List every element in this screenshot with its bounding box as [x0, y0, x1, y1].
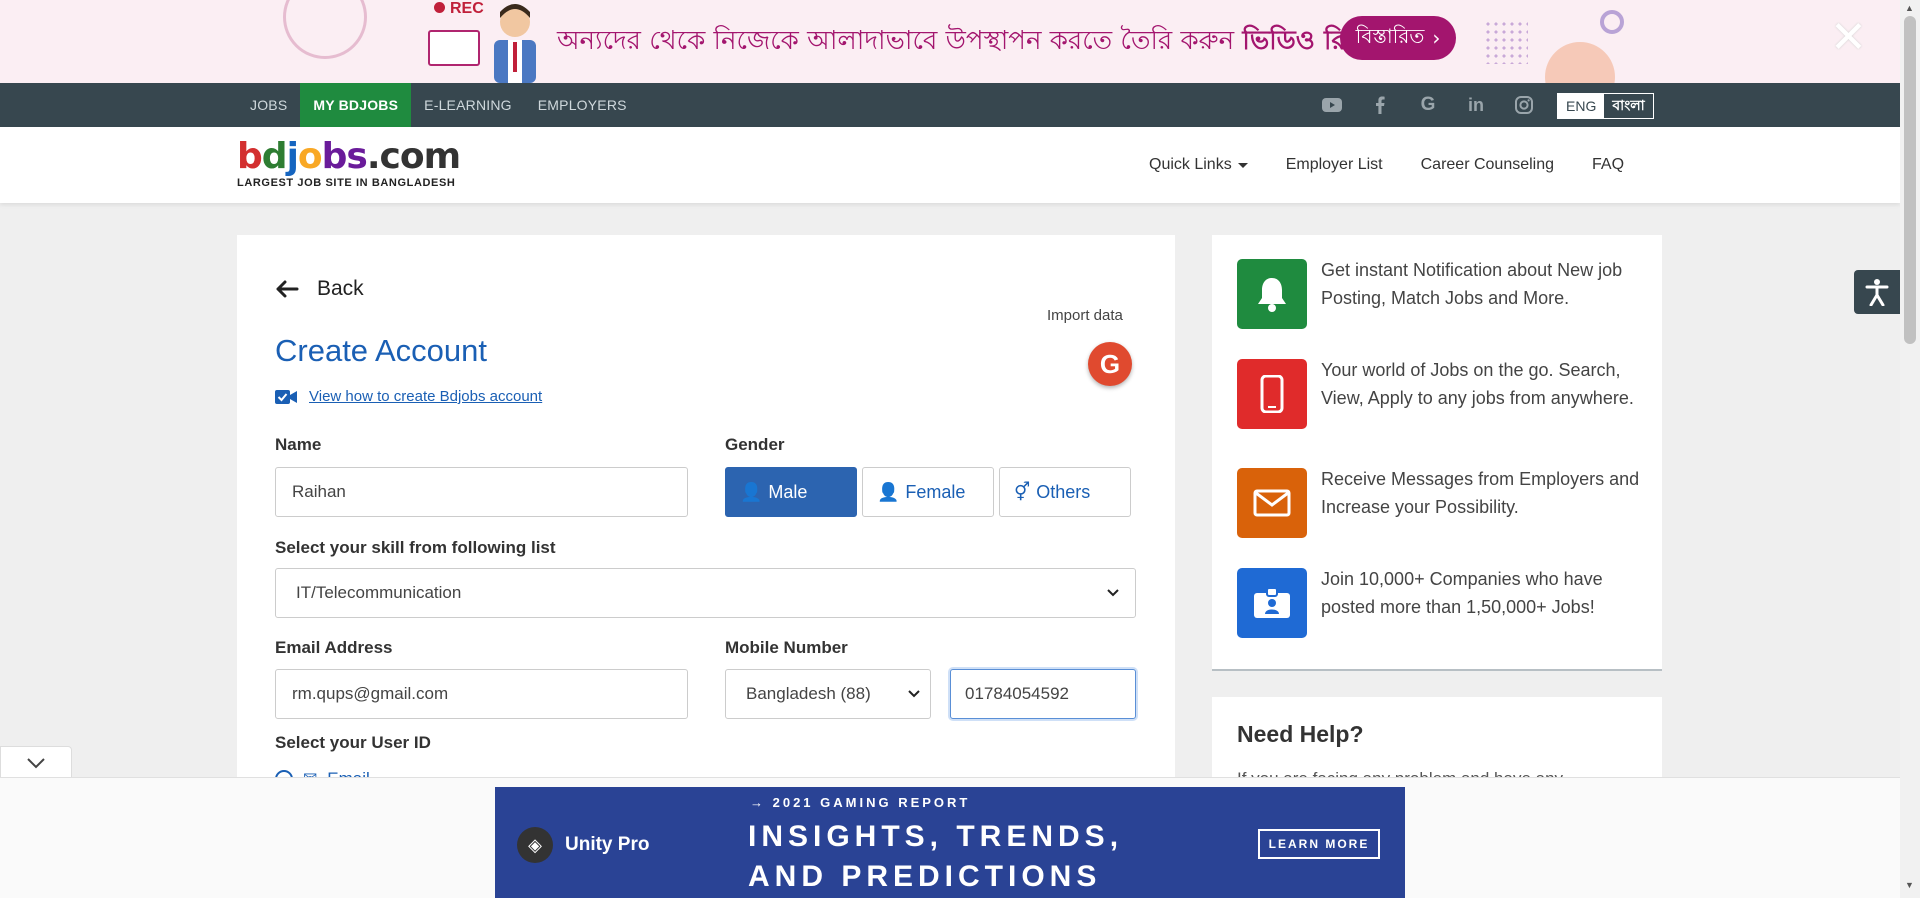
facebook-icon[interactable]	[1356, 96, 1404, 114]
accessibility-icon[interactable]	[1854, 270, 1900, 314]
monitor-illustration	[428, 30, 480, 66]
gender-female-button[interactable]: 👤 Female	[862, 467, 994, 517]
arrow-left-icon	[276, 280, 299, 298]
male-icon: 👤	[740, 481, 763, 502]
female-icon: 👤	[877, 481, 900, 502]
feature-text: Your world of Jobs on the go. Search, Vi…	[1321, 360, 1634, 408]
name-label: Name	[275, 435, 322, 454]
how-to-video-link[interactable]: View how to create Bdjobs account	[275, 388, 542, 405]
google-import-button[interactable]: G	[1088, 342, 1132, 386]
top-nav-links: JOBS MY BDJOBS E-LEARNING EMPLOYERS	[237, 83, 640, 127]
employer-list-link[interactable]: Employer List	[1267, 156, 1402, 174]
feature-messages: Receive Messages from Employers and Incr…	[1237, 468, 1651, 538]
linkedin-icon[interactable]: in	[1452, 95, 1500, 116]
unity-ad-banner[interactable]: ◈ Unity Pro → 2021 GAMING REPORT INSIGHT…	[495, 787, 1405, 898]
career-counseling-link[interactable]: Career Counseling	[1402, 156, 1573, 174]
instagram-icon[interactable]	[1500, 96, 1548, 114]
mobile-number-input[interactable]: 01784054592	[950, 669, 1136, 719]
page-scrollbar[interactable]: ▲ ▼	[1900, 0, 1920, 898]
need-help-title: Need Help?	[1237, 721, 1364, 747]
mobile-icon	[1237, 359, 1307, 429]
bottom-ad-bar: ◈ Unity Pro → 2021 GAMING REPORT INSIGHT…	[0, 777, 1900, 898]
feature-text: Get instant Notification about New job P…	[1321, 260, 1623, 308]
top-navbar: JOBS MY BDJOBS E-LEARNING EMPLOYERS G in…	[0, 83, 1900, 127]
back-button[interactable]: Back	[275, 277, 364, 301]
feature-text: Receive Messages from Employers and Incr…	[1321, 469, 1640, 517]
nav-e-learning[interactable]: E-LEARNING	[411, 83, 525, 127]
collapse-ad-button[interactable]	[0, 746, 72, 778]
decor-ring	[1600, 10, 1624, 34]
gender-others-button[interactable]: ⚥ Others	[999, 467, 1131, 517]
import-data-label: Import data	[1047, 307, 1123, 324]
name-input[interactable]: Raihan	[275, 467, 688, 517]
others-gender-icon: ⚥	[1014, 481, 1031, 502]
badge-icon	[1237, 568, 1307, 638]
chevron-down-icon	[27, 757, 45, 768]
promo-text: অন্যদের থেকে নিজেকে আলাদাভাবে উপস্থাপন ক…	[557, 26, 1428, 56]
close-icon[interactable]: ✕	[1830, 16, 1867, 60]
ad-headline: INSIGHTS, TRENDS, AND PREDICTIONS	[748, 820, 1124, 893]
benefits-panel: Get instant Notification about New job P…	[1212, 235, 1662, 671]
chevron-down-icon	[1107, 589, 1119, 597]
envelope-icon	[1237, 468, 1307, 538]
chevron-down-icon	[908, 690, 920, 698]
bdjobs-logo[interactable]: bdjobs.com LARGEST JOB SITE IN BANGLADES…	[237, 139, 461, 190]
chevron-right-icon: ›	[1432, 26, 1441, 50]
feature-companies: Join 10,000+ Companies who have posted m…	[1237, 568, 1651, 638]
caret-down-icon	[1237, 162, 1248, 168]
email-input[interactable]: rm.qups@gmail.com	[275, 669, 688, 719]
email-label: Email Address	[275, 638, 393, 657]
decor-dots	[1484, 20, 1528, 64]
feature-notification: Get instant Notification about New job P…	[1237, 259, 1651, 329]
person-illustration	[494, 4, 536, 83]
unity-cube-icon: ◈	[517, 827, 553, 863]
google-icon[interactable]: G	[1404, 94, 1452, 116]
unity-brand: ◈ Unity Pro	[517, 827, 649, 863]
decor-circle	[1545, 42, 1615, 83]
skill-label: Select your skill from following list	[275, 538, 556, 557]
scroll-down-icon[interactable]: ▼	[1905, 880, 1914, 890]
nav-my-bdjobs[interactable]: MY BDJOBS	[300, 83, 412, 127]
scrollbar-thumb[interactable]	[1904, 16, 1916, 344]
learn-more-button[interactable]: LEARN MORE	[1258, 829, 1380, 859]
promo-details-button[interactable]: বিস্তারিত ›	[1340, 16, 1456, 60]
language-switcher: ENG বাংলা	[1557, 93, 1654, 119]
rec-indicator: REC	[434, 0, 484, 18]
country-code-select[interactable]: Bangladesh (88)	[725, 669, 931, 719]
decor-circle	[283, 0, 367, 59]
promo-banner[interactable]: REC অন্যদের থেকে নিজেকে আলাদাভাবে উপস্থা…	[0, 0, 1900, 83]
page-title: Create Account	[275, 333, 487, 368]
site-header: bdjobs.com LARGEST JOB SITE IN BANGLADES…	[0, 127, 1900, 203]
social-links: G in	[1308, 83, 1548, 127]
mobile-label: Mobile Number	[725, 638, 848, 657]
quick-links-dropdown[interactable]: Quick Links	[1130, 156, 1267, 174]
video-camera-icon	[275, 389, 297, 404]
user-id-label: Select your User ID	[275, 733, 431, 752]
bell-icon	[1237, 259, 1307, 329]
logo-tagline: LARGEST JOB SITE IN BANGLADESH	[237, 177, 456, 189]
ad-kicker: → 2021 GAMING REPORT	[750, 795, 971, 810]
feature-mobile: Your world of Jobs on the go. Search, Vi…	[1237, 359, 1651, 429]
header-menu: Quick Links Employer List Career Counsel…	[1130, 127, 1643, 203]
lang-bangla-button[interactable]: বাংলা	[1604, 94, 1653, 118]
gender-male-button[interactable]: 👤 Male	[725, 467, 857, 517]
google-icon: G	[1099, 348, 1121, 379]
nav-jobs[interactable]: JOBS	[237, 83, 300, 127]
lang-eng-button[interactable]: ENG	[1558, 94, 1605, 118]
scroll-up-icon[interactable]: ▲	[1905, 3, 1914, 13]
skill-select[interactable]: IT/Telecommunication	[275, 568, 1136, 618]
faq-link[interactable]: FAQ	[1573, 156, 1643, 174]
nav-employers[interactable]: EMPLOYERS	[525, 83, 640, 127]
gender-label: Gender	[725, 435, 785, 454]
feature-text: Join 10,000+ Companies who have posted m…	[1321, 569, 1603, 617]
youtube-icon[interactable]	[1308, 98, 1356, 112]
